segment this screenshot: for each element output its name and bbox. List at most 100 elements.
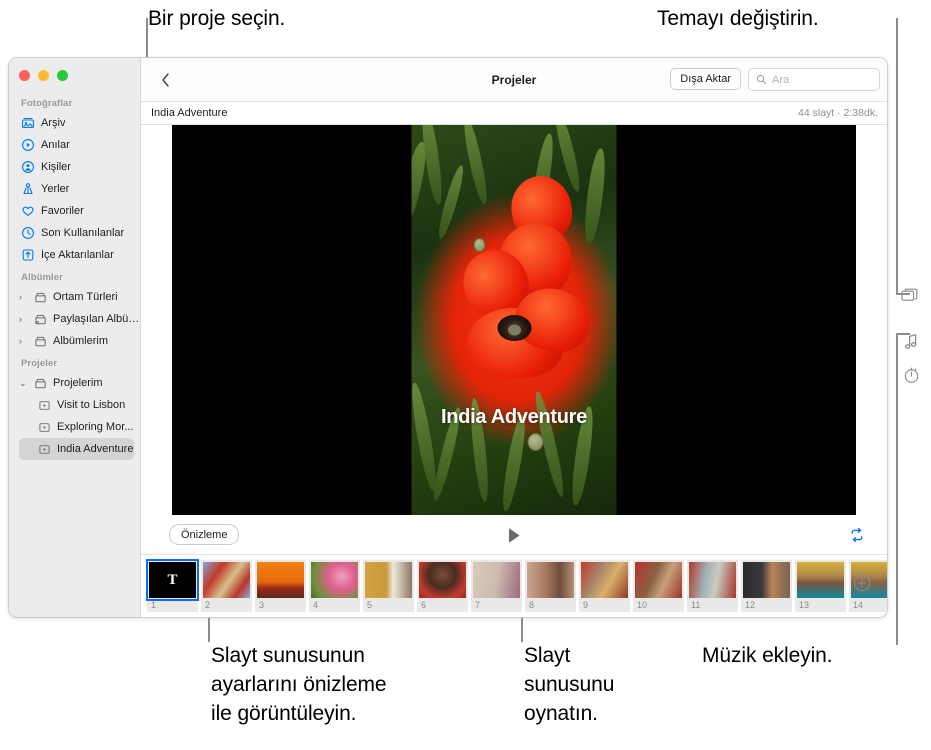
sidebar-item-arsiv[interactable]: Arşiv — [9, 112, 140, 134]
thumbnail-slide-1[interactable]: T 1 — [146, 559, 199, 612]
preview-button[interactable]: Önizleme — [169, 524, 240, 545]
inspector-rail — [896, 57, 931, 618]
screenshot-root: Bir proje seçin. Temayı değiştirin. Slay… — [0, 0, 931, 750]
toolbar: Projeler Dışa Aktar Ara — [141, 58, 887, 102]
thumbnail-number: 13 — [799, 600, 810, 610]
loop-button[interactable] — [848, 526, 866, 544]
thumbnail-image: T — [146, 559, 199, 601]
thumbnail-slide-9[interactable]: 9 — [579, 560, 630, 612]
music-button[interactable] — [900, 331, 922, 353]
export-button[interactable]: Dışa Aktar — [670, 68, 741, 90]
thumbnail-number: 9 — [583, 600, 589, 610]
theme-icon — [900, 288, 917, 301]
main-content: Projeler Dışa Aktar Ara India Adventure … — [141, 58, 887, 617]
chevron-right-icon[interactable]: › — [19, 314, 28, 324]
thumbnail-number: 10 — [637, 600, 648, 610]
thumbnail-slide-2[interactable]: 2 — [201, 560, 252, 612]
photos-app-window: Fotoğraflar Arşiv Anılar Kişiler Yerler … — [8, 57, 888, 618]
folder-icon — [33, 376, 47, 390]
people-icon — [21, 160, 35, 174]
thumbnail-number: 3 — [259, 600, 265, 610]
thumbnail-slide-5[interactable]: 5 — [363, 560, 414, 612]
sidebar-item-ortam-turleri[interactable]: › Ortam Türleri — [9, 286, 140, 308]
slideshow-icon — [37, 420, 51, 434]
chevron-right-icon[interactable]: › — [19, 336, 28, 346]
callout-play-slideshow: Slayt sunusunu oynatın. — [524, 644, 615, 725]
zoom-window-button[interactable] — [57, 70, 68, 81]
add-slide-button[interactable] — [852, 573, 871, 592]
thumbnail-slide-13[interactable]: 13 — [795, 560, 846, 612]
sidebar-item-albumlerim[interactable]: › Albümlerim — [9, 330, 140, 352]
thumbnail-number: 2 — [205, 600, 211, 610]
thumbnail-slide-7[interactable]: 7 — [471, 560, 522, 612]
thumbnail-slide-4[interactable]: 4 — [309, 560, 360, 612]
close-window-button[interactable] — [19, 70, 30, 81]
sidebar-item-label: Projelerim — [53, 377, 103, 389]
thumbnail-number: 12 — [745, 600, 756, 610]
sidebar-item-projelerim[interactable]: ⌄ Projelerim — [9, 372, 140, 394]
heart-icon — [21, 204, 35, 218]
chevron-right-icon[interactable]: › — [19, 292, 28, 302]
chevron-down-icon[interactable]: ⌄ — [19, 378, 28, 388]
title-slide-letter: T — [167, 571, 178, 588]
sidebar-item-exploring-morocco[interactable]: Exploring Mor... — [9, 416, 140, 438]
project-name: India Adventure — [151, 107, 228, 119]
import-icon — [21, 248, 35, 262]
theme-button[interactable] — [900, 285, 922, 307]
sidebar-item-india-adventure[interactable]: India Adventure — [19, 438, 134, 460]
sidebar-item-label: Kişiler — [41, 161, 71, 173]
slideshow-icon — [37, 442, 51, 456]
preview-stage: India Adventure — [141, 125, 887, 515]
thumbnail-number: 4 — [313, 600, 319, 610]
thumbnail-slide-8[interactable]: 8 — [525, 560, 576, 612]
folder-icon — [33, 334, 47, 348]
music-note-icon — [904, 334, 916, 349]
thumbnail-slide-12[interactable]: 12 — [741, 560, 792, 612]
sidebar-item-label: Albümlerim — [53, 335, 109, 347]
sidebar-item-yerler[interactable]: Yerler — [9, 178, 140, 200]
sidebar-item-kisiler[interactable]: Kişiler — [9, 156, 140, 178]
sidebar-item-son-kullanilanlar[interactable]: Son Kullanılanlar — [9, 222, 140, 244]
duration-timer-icon — [904, 367, 918, 383]
project-meta: 44 slayt · 2:38dk. — [798, 107, 878, 119]
project-subbar: India Adventure 44 slayt · 2:38dk. — [141, 102, 887, 125]
sidebar-item-anilar[interactable]: Anılar — [9, 134, 140, 156]
places-icon — [21, 182, 35, 196]
sidebar-scroll[interactable]: Fotoğraflar Arşiv Anılar Kişiler Yerler … — [9, 92, 140, 617]
minimize-window-button[interactable] — [38, 70, 49, 81]
callout-select-project: Bir proje seçin. — [148, 7, 286, 30]
thumbnail-image — [419, 562, 466, 598]
sidebar-item-ice-aktarilanlar[interactable]: İçe Aktarılanlar — [9, 244, 140, 266]
thumbnail-number: 8 — [529, 600, 535, 610]
slide-canvas[interactable]: India Adventure — [172, 125, 856, 515]
sidebar-item-visit-to-lisbon[interactable]: Visit to Lisbon — [9, 394, 140, 416]
sidebar-item-label: Exploring Mor... — [57, 421, 134, 433]
thumbnail-slide-11[interactable]: 11 — [687, 560, 738, 612]
thumbnail-image — [311, 562, 358, 598]
duration-button[interactable] — [900, 364, 922, 386]
thumbnail-image — [473, 562, 520, 598]
slide-filmstrip[interactable]: T 1 2 3 4 5 6 7 8 9 10 11 12 13 14 — [141, 555, 887, 617]
search-icon — [756, 74, 767, 85]
thumbnail-image — [257, 562, 304, 598]
sidebar-item-paylasilan-albumler[interactable]: › Paylaşılan Albümler — [9, 308, 140, 330]
sidebar-item-label: Visit to Lisbon — [57, 399, 126, 411]
thumbnail-number: 14 — [853, 600, 864, 610]
slideshow-icon — [37, 398, 51, 412]
thumbnail-slide-10[interactable]: 10 — [633, 560, 684, 612]
search-input[interactable]: Ara — [748, 68, 880, 91]
sidebar-item-label: Favoriler — [41, 205, 84, 217]
thumbnail-number: 7 — [475, 600, 481, 610]
sidebar-item-label: İçe Aktarılanlar — [41, 249, 114, 261]
thumbnail-slide-6[interactable]: 6 — [417, 560, 468, 612]
memories-icon — [21, 138, 35, 152]
thumbnail-image — [635, 562, 682, 598]
thumbnail-image — [527, 562, 574, 598]
callout-add-music: Müzik ekleyin. — [702, 644, 833, 667]
play-button[interactable] — [504, 525, 524, 546]
sidebar-item-favoriler[interactable]: Favoriler — [9, 200, 140, 222]
sidebar-item-label: Yerler — [41, 183, 70, 195]
playback-bar: Önizleme — [141, 515, 887, 555]
sidebar: Fotoğraflar Arşiv Anılar Kişiler Yerler … — [9, 58, 141, 617]
thumbnail-slide-3[interactable]: 3 — [255, 560, 306, 612]
